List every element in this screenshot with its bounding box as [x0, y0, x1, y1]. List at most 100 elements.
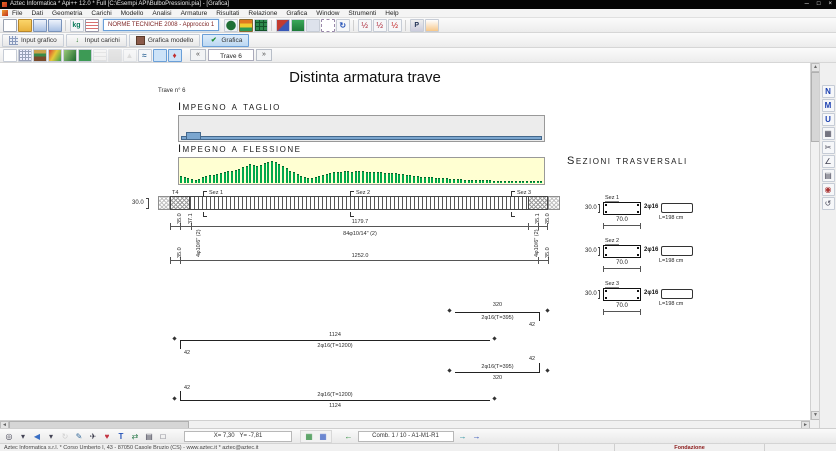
section-bars-label: 2φ16 — [644, 204, 658, 210]
prev-element-button[interactable]: « — [190, 49, 206, 61]
close-button[interactable]: × — [828, 0, 832, 9]
save-copy-icon[interactable] — [48, 19, 62, 32]
bending-bar — [504, 181, 506, 183]
drawing-canvas[interactable]: Distinta armatura trave Trave n° 6 Impeg… — [0, 63, 810, 420]
table-green-icon[interactable]: ▦ — [303, 430, 316, 442]
menu-item[interactable]: File — [12, 10, 22, 17]
menu-item[interactable]: Armature — [181, 10, 208, 17]
menu-item[interactable]: Dati — [31, 10, 43, 17]
menu-item[interactable]: Help — [385, 10, 398, 17]
section-cut-icon[interactable]: ✂ — [822, 141, 835, 154]
menu-item[interactable]: Analisi — [152, 10, 171, 17]
safety-factor-3-icon[interactable]: ½ — [388, 19, 402, 32]
print-icon[interactable]: P — [410, 19, 424, 32]
rebar2-label: 2φ16(T=1200) — [180, 343, 490, 349]
regen-icon[interactable]: ⇄ — [129, 430, 142, 442]
zoom-icon[interactable]: ◎ — [3, 430, 16, 442]
menu-item[interactable]: Strumenti — [348, 10, 376, 17]
sheet-edit-icon[interactable]: ▤ — [143, 430, 156, 442]
next-comb-icon[interactable]: → — [456, 430, 469, 442]
save-icon[interactable] — [33, 19, 47, 32]
contour-icon[interactable] — [93, 49, 107, 62]
rotate-view-icon[interactable]: ↻ — [59, 430, 72, 442]
rebar2-hook-dim: 42 — [184, 350, 190, 356]
element-tab-trave6[interactable]: Trave 6 — [208, 49, 254, 61]
sheet-icon[interactable]: □ — [157, 430, 170, 442]
camera-icon[interactable]: ◉ — [822, 183, 835, 196]
design-code-combobox[interactable]: NORME TECNICHE 2008 - Approccio 1 — [103, 19, 219, 31]
section-width-label: 70.0 — [603, 303, 641, 309]
colors-layers-icon[interactable] — [33, 49, 47, 62]
menu-bar: File Dati Geometria Carichi Modello Analisi Ar… — [0, 9, 836, 18]
open-folder-icon[interactable] — [18, 19, 32, 32]
bending-bar — [493, 181, 495, 183]
fill-gray-icon[interactable] — [108, 49, 122, 62]
map-plain-icon[interactable] — [78, 49, 92, 62]
soil-flag-icon[interactable] — [239, 19, 253, 32]
pan-back-icon[interactable]: ◀ — [31, 430, 44, 442]
view-tab[interactable]: ✔ Grafica — [202, 34, 249, 47]
layers-panel-icon[interactable]: ▤ — [822, 169, 835, 182]
next-element-button[interactable]: » — [256, 49, 272, 61]
safety-factor-2-icon[interactable]: ½ — [373, 19, 387, 32]
safety-factor-1-icon[interactable]: ½ — [358, 19, 372, 32]
mesh-icon[interactable] — [254, 19, 268, 32]
moment-diagram-icon[interactable]: M — [822, 99, 835, 112]
armature-grid-icon[interactable]: ▦ — [822, 127, 835, 140]
maximize-button[interactable]: □ — [817, 0, 821, 9]
sez1-bottom-marker — [203, 212, 207, 217]
table-blue-icon[interactable]: ▦ — [317, 430, 330, 442]
view-tab-label: Input grafico — [21, 37, 57, 44]
text-tool-icon[interactable]: T — [115, 430, 128, 442]
analysis-icon[interactable] — [276, 19, 290, 32]
reload-icon[interactable]: ↻ — [336, 19, 350, 32]
map-colors-icon[interactable] — [48, 49, 62, 62]
map-green-icon[interactable] — [63, 49, 77, 62]
units-icon[interactable]: kg — [70, 19, 84, 32]
menu-item[interactable]: Risultati — [216, 10, 239, 17]
flow-curve-icon[interactable]: ≈ — [138, 49, 152, 62]
pin-icon[interactable]: ♦ — [168, 49, 182, 62]
menu-item[interactable]: Modello — [121, 10, 144, 17]
rebar-dot — [605, 254, 607, 256]
horizontal-scrollbar[interactable]: ◄ ► — [0, 420, 810, 428]
view-tab[interactable]: Grafica modello — [129, 34, 201, 47]
materials-icon[interactable] — [224, 19, 238, 32]
code-table-icon[interactable] — [85, 19, 99, 32]
menu-item[interactable]: Relazione — [248, 10, 277, 17]
new-file-icon[interactable] — [3, 19, 17, 32]
results-icon[interactable] — [291, 19, 305, 32]
dim-37-left: 37.1 — [188, 213, 194, 224]
menu-item[interactable]: Carichi — [91, 10, 111, 17]
export-icon[interactable] — [425, 19, 439, 32]
dxf-export-icon[interactable]: → — [470, 430, 483, 442]
favorite-icon[interactable]: ♥ — [101, 430, 114, 442]
displacement-diagram-icon[interactable]: U — [822, 113, 835, 126]
menu-item[interactable]: Grafica — [286, 10, 307, 17]
section-height-bracket — [598, 247, 600, 256]
menu-item[interactable]: Window — [316, 10, 339, 17]
minimize-button[interactable]: ─ — [805, 0, 809, 9]
notify-icon[interactable] — [306, 19, 320, 32]
vertical-scrollbar[interactable]: ▲ ▼ — [810, 63, 819, 420]
zoom-caret-icon[interactable]: ▾ — [17, 430, 30, 442]
combination-selector[interactable]: Comb. 1 / 10 - A1-M1-R1 — [358, 431, 454, 442]
view-tab[interactable]: Input grafico — [2, 34, 64, 47]
grid2-icon[interactable] — [18, 49, 32, 62]
undo-view-icon[interactable]: ↺ — [822, 197, 835, 210]
edit-note-icon[interactable]: ✎ — [73, 430, 86, 442]
back-caret-icon[interactable]: ▾ — [45, 430, 58, 442]
prev-comb-icon[interactable]: ← — [342, 430, 355, 442]
menu-item[interactable]: Geometria — [52, 10, 82, 17]
bending-bar — [213, 175, 215, 183]
select-rect-icon[interactable] — [3, 49, 17, 62]
slope-icon[interactable]: ▲ — [123, 49, 137, 62]
selection-icon[interactable] — [321, 19, 335, 32]
fly-icon[interactable]: ✈ — [87, 430, 100, 442]
measure-angle-icon[interactable]: ∠ — [822, 155, 835, 168]
bending-bar — [431, 177, 433, 183]
bending-bar — [482, 180, 484, 183]
normal-diagram-icon[interactable]: N — [822, 85, 835, 98]
view-tab[interactable]: ↓ Input carichi — [66, 34, 127, 47]
table-view-icon[interactable] — [153, 49, 167, 62]
